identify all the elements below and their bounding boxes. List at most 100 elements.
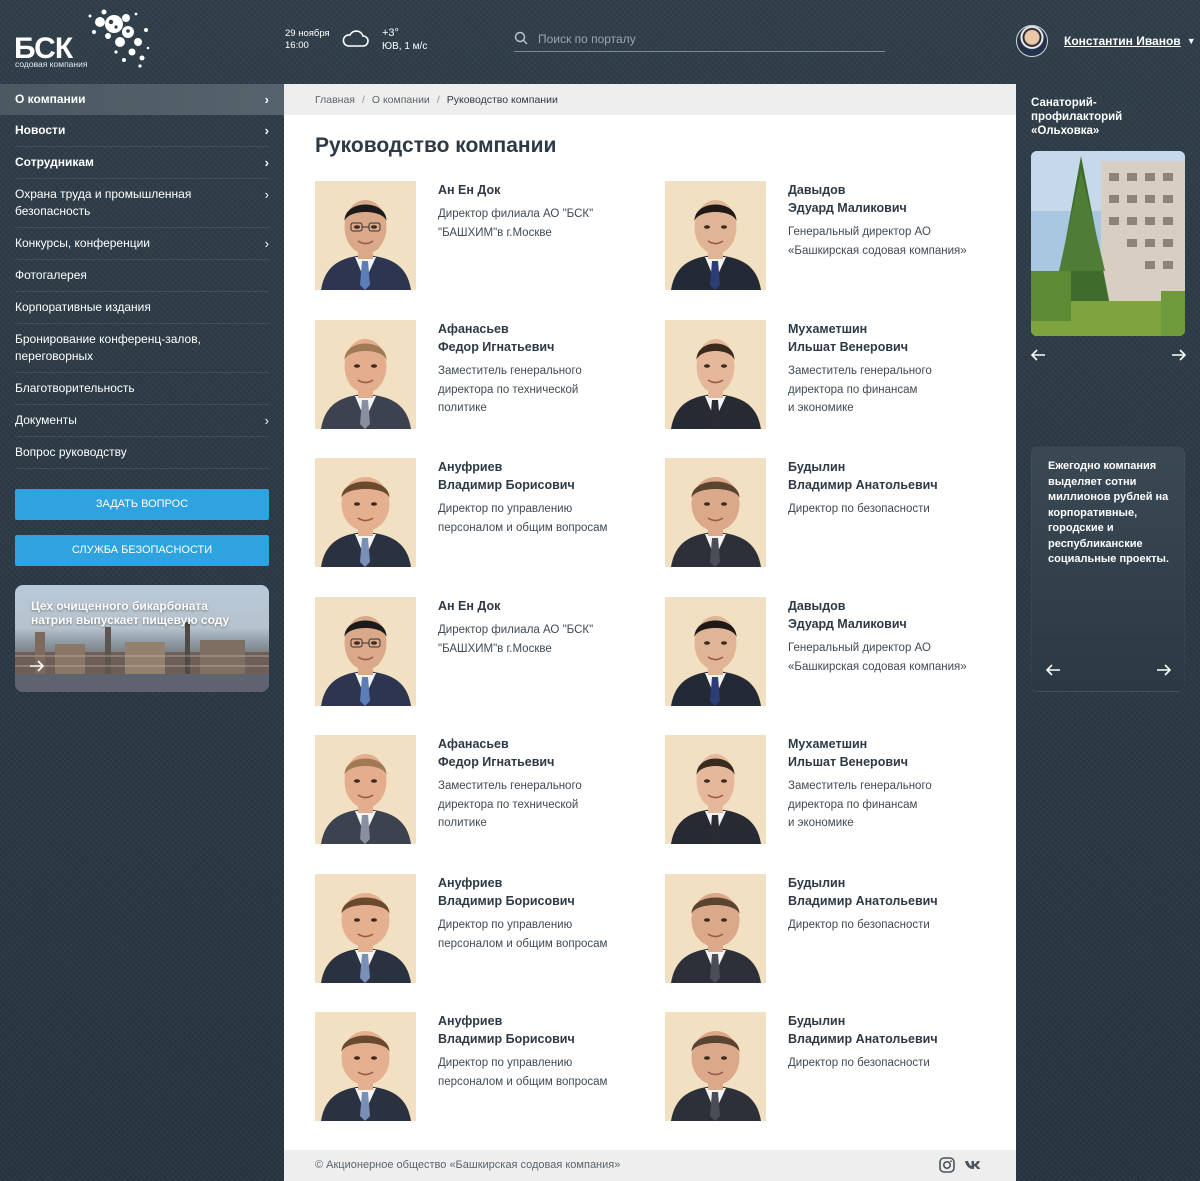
person-name[interactable]: Афанасьев Федор Игнатьевич <box>438 320 638 356</box>
sidebar-item[interactable]: Фотогалерея <box>15 260 269 292</box>
person-photo[interactable] <box>315 735 416 844</box>
sidebar-nav: О компании › Новости › Сотрудникам › Охрана тр… <box>0 84 284 469</box>
person-name[interactable]: Давыдов Эдуард Маликович <box>788 597 988 633</box>
person-name[interactable]: Ануфриев Владимир Борисович <box>438 458 638 494</box>
person-name[interactable]: Мухаметшин Ильшат Венерович <box>788 735 988 771</box>
sidebar-item[interactable]: Охрана труда и промышленная безопасность… <box>15 179 269 228</box>
person-given-name: Ильшат Венерович <box>788 755 908 769</box>
date-widget: 29 ноября 16:00 <box>285 28 330 52</box>
person-card[interactable]: Давыдов Эдуард Маликович Генеральный дирек… <box>665 181 985 291</box>
person-position: Генеральный директор АО «Башкирская содов… <box>788 223 998 260</box>
sidebar-item[interactable]: Корпоративные издания <box>15 292 269 324</box>
person-position-line: Директор по безопасности <box>788 919 930 931</box>
person-position-line: "БАШХИМ"в г.Москве <box>438 226 552 239</box>
ask-question-button[interactable]: ЗАДАТЬ ВОПРОС <box>15 489 269 520</box>
sanatorium-photo[interactable] <box>1031 151 1185 336</box>
person-given-name: Федор Игнатьевич <box>438 755 555 769</box>
arrow-right-icon[interactable] <box>1156 663 1172 677</box>
person-surname: Афанасьев <box>438 322 509 336</box>
person-card[interactable]: Афанасьев Федор Игнатьевич Заместитель ген… <box>315 320 635 430</box>
person-card[interactable]: Ан Ен Док Директор филиала АО "БСК" "БАШХИ… <box>315 597 635 707</box>
person-name[interactable]: Ануфриев Владимир Борисович <box>438 1012 638 1048</box>
person-name[interactable]: Будылин Владимир Анатольевич <box>788 874 988 910</box>
arrow-left-icon[interactable] <box>1030 348 1046 362</box>
breadcrumb-home[interactable]: Главная <box>315 94 355 106</box>
person-surname: Ан Ен Док <box>438 599 501 613</box>
sidebar-item[interactable]: Документы › <box>15 405 269 437</box>
person-photo[interactable] <box>665 1012 766 1121</box>
person-photo[interactable] <box>665 597 766 706</box>
promo-banner[interactable]: Цех очищенного бикарбоната натрия выпуск… <box>15 585 269 692</box>
chevron-down-icon[interactable]: ▼ <box>1187 36 1196 46</box>
person-name[interactable]: Мухаметшин Ильшат Венерович <box>788 320 988 356</box>
person-card[interactable]: Ануфриев Владимир Борисович Директор по уп… <box>315 1012 635 1122</box>
sidebar-item[interactable]: Вопрос руководству <box>15 437 269 469</box>
logo[interactable]: БСК содовая компания <box>14 8 150 70</box>
sidebar-item-label: О компании <box>15 92 86 106</box>
factory-image <box>15 622 269 692</box>
arrow-right-icon[interactable] <box>29 659 45 673</box>
person-name[interactable]: Ан Ен Док <box>438 597 638 615</box>
person-position: Заместитель генерального директора по тех… <box>438 777 648 833</box>
person-card[interactable]: Ан Ен Док Директор филиала АО "БСК" "БАШХИ… <box>315 181 635 291</box>
person-photo[interactable] <box>315 874 416 983</box>
person-position-line: Директор по безопасности <box>788 1057 930 1069</box>
person-name[interactable]: Ан Ен Док <box>438 181 638 199</box>
arrow-left-icon[interactable] <box>1045 663 1061 677</box>
person-position-line: директора по финансам <box>788 798 918 811</box>
avatar[interactable] <box>1016 25 1048 57</box>
sidebar-item[interactable]: Новости › <box>15 115 269 147</box>
search-input[interactable] <box>538 29 868 49</box>
person-name[interactable]: Ануфриев Владимир Борисович <box>438 874 638 910</box>
sidebar-item-label: Бронирование конференц-залов, переговорн… <box>15 332 201 363</box>
person-card[interactable]: Ануфриев Владимир Борисович Директор по уп… <box>315 458 635 568</box>
person-surname: Афанасьев <box>438 737 509 751</box>
person-card[interactable]: Будылин Владимир Анатольевич Директор по б… <box>665 1012 985 1122</box>
person-name[interactable]: Будылин Владимир Анатольевич <box>788 458 988 494</box>
person-photo[interactable] <box>315 1012 416 1121</box>
person-name[interactable]: Будылин Владимир Анатольевич <box>788 1012 988 1048</box>
chevron-right-icon: › <box>264 413 269 428</box>
arrow-right-icon[interactable] <box>1171 348 1187 362</box>
person-photo[interactable] <box>665 735 766 844</box>
person-card[interactable]: Давыдов Эдуард Маликович Генеральный дирек… <box>665 597 985 707</box>
sidebar-item[interactable]: Благотворительность <box>15 373 269 405</box>
person-photo[interactable] <box>315 597 416 706</box>
person-name[interactable]: Давыдов Эдуард Маликович <box>788 181 988 217</box>
sidebar-item[interactable]: О компании › <box>0 84 284 115</box>
logo-dots-icon <box>88 9 150 68</box>
date-time: 16:00 <box>285 40 309 51</box>
sidebar-item[interactable]: Конкурсы, конференции › <box>15 228 269 260</box>
person-card[interactable]: Ануфриев Владимир Борисович Директор по уп… <box>315 874 635 984</box>
person-photo[interactable] <box>315 458 416 567</box>
person-position-line: персоналом и общим вопросам <box>438 521 608 534</box>
person-photo[interactable] <box>665 320 766 429</box>
search-icon[interactable] <box>514 31 528 45</box>
sanatorium-title[interactable]: Санаторий-профилакторий «Ольховка» <box>1031 96 1181 138</box>
weather-temp: +3° <box>382 27 399 39</box>
sidebar-item[interactable]: Сотрудникам › <box>15 147 269 179</box>
person-given-name: Владимир Борисович <box>438 478 575 492</box>
breadcrumb-section[interactable]: О компании <box>372 94 430 106</box>
security-service-button[interactable]: СЛУЖБА БЕЗОПАСНОСТИ <box>15 535 269 566</box>
instagram-icon[interactable] <box>938 1157 956 1173</box>
person-name[interactable]: Афанасьев Федор Игнатьевич <box>438 735 638 771</box>
user-menu[interactable]: Константин Иванов ▼ <box>1016 24 1196 58</box>
person-card[interactable]: Мухаметшин Ильшат Венерович Заместитель ге… <box>665 735 985 845</box>
person-photo[interactable] <box>315 320 416 429</box>
person-card[interactable]: Мухаметшин Ильшат Венерович Заместитель ге… <box>665 320 985 430</box>
vk-icon[interactable] <box>964 1157 982 1173</box>
person-photo[interactable] <box>315 181 416 290</box>
sidebar-item-label: Фотогалерея <box>15 268 87 282</box>
person-photo[interactable] <box>665 874 766 983</box>
person-card[interactable]: Афанасьев Федор Игнатьевич Заместитель ген… <box>315 735 635 845</box>
person-photo[interactable] <box>665 458 766 567</box>
person-photo[interactable] <box>665 181 766 290</box>
person-card[interactable]: Будылин Владимир Анатольевич Директор по б… <box>665 874 985 984</box>
person-position-line: и экономике <box>788 817 854 829</box>
user-name-link[interactable]: Константин Иванов <box>1064 34 1181 48</box>
info-card-text: Ежегодно компания выделяет сотни миллион… <box>1048 460 1169 565</box>
sidebar-item[interactable]: Бронирование конференц-залов, переговорн… <box>15 324 269 373</box>
person-card[interactable]: Будылин Владимир Анатольевич Директор по б… <box>665 458 985 568</box>
chevron-right-icon: › <box>264 187 269 202</box>
